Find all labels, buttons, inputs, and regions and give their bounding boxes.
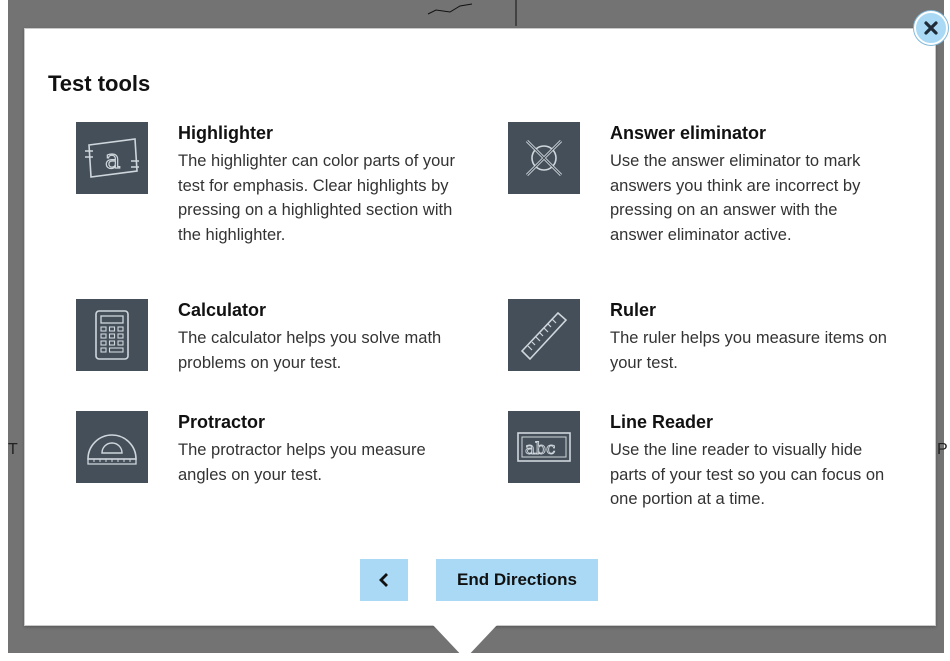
tool-description: The ruler helps you measure items on you… xyxy=(610,329,887,372)
dialog-title: Test tools xyxy=(48,71,151,96)
background-map-sketch xyxy=(427,0,517,26)
tool-description: Use the line reader to visually hide par… xyxy=(610,441,885,509)
dialog-pointer xyxy=(432,624,498,659)
close-button[interactable] xyxy=(914,11,948,45)
close-icon xyxy=(924,21,938,35)
tool-name: Ruler xyxy=(610,300,657,320)
background-edge-right xyxy=(944,0,950,661)
chevron-left-icon xyxy=(379,573,388,587)
ruler-icon xyxy=(508,299,580,371)
end-directions-button[interactable]: End Directions xyxy=(436,559,598,601)
calculator-icon xyxy=(76,299,148,371)
protractor-icon xyxy=(76,411,148,483)
tool-name: Line Reader xyxy=(610,412,714,432)
tool-description: The highlighter can color parts of your … xyxy=(178,152,455,244)
tool-name: Protractor xyxy=(178,412,266,432)
svg-text:a: a xyxy=(105,145,121,175)
tool-name: Answer eliminator xyxy=(610,123,767,143)
background-text-left: T xyxy=(8,441,18,458)
answer-eliminator-icon xyxy=(508,122,580,194)
background-edge-left xyxy=(0,0,8,661)
svg-text:abc: abc xyxy=(525,439,556,459)
line-reader-icon: abc xyxy=(508,411,580,483)
background-text-right: P xyxy=(937,441,948,458)
back-button[interactable] xyxy=(360,559,408,601)
test-tools-dialog: Test tools a Highlighter The highlighter… xyxy=(24,28,936,659)
tool-description: The calculator helps you solve math prob… xyxy=(178,329,442,372)
tool-description: The protractor helps you measure angles … xyxy=(178,441,426,484)
tool-name: Calculator xyxy=(178,300,267,320)
highlighter-icon: a xyxy=(76,122,148,194)
tool-description: Use the answer eliminator to mark answer… xyxy=(610,152,861,244)
tool-name: Highlighter xyxy=(178,123,273,143)
